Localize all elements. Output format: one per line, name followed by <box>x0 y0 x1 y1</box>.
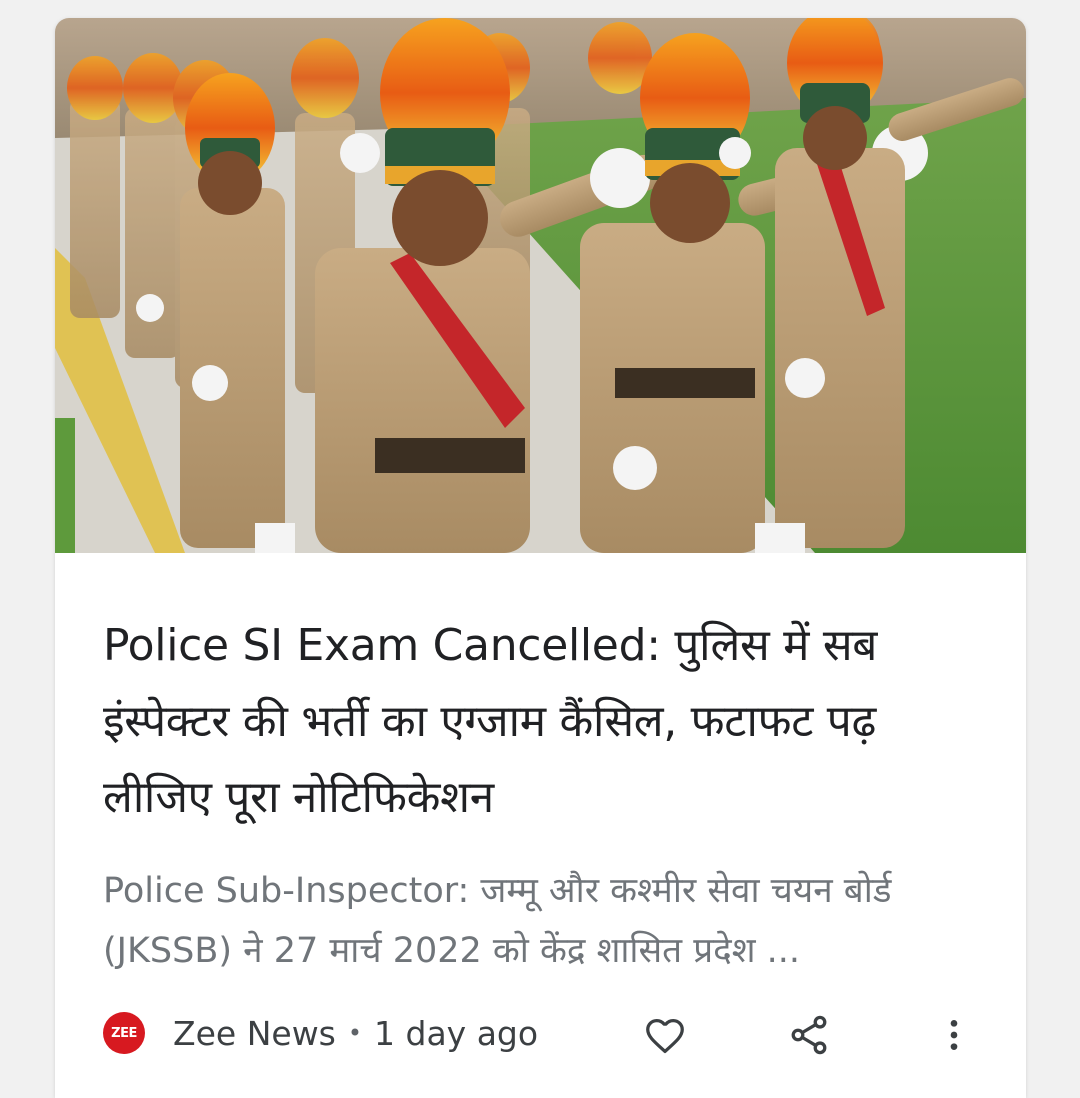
published-time: 1 day ago <box>374 1013 539 1053</box>
like-button[interactable] <box>639 1009 691 1061</box>
meta-separator: • <box>347 1019 363 1047</box>
article-headline[interactable]: Police SI Exam Cancelled: पुलिस में सब इ… <box>103 608 993 836</box>
source-name[interactable]: Zee News <box>173 1014 336 1053</box>
article-image[interactable] <box>55 18 1026 553</box>
share-button[interactable] <box>783 1009 835 1061</box>
more-vert-icon <box>950 1020 958 1050</box>
news-card[interactable]: Police SI Exam Cancelled: पुलिस में सब इ… <box>55 18 1026 1098</box>
more-options-button[interactable] <box>928 1009 980 1061</box>
article-meta: ZEE Zee News • 1 day ago <box>103 1003 983 1063</box>
share-icon <box>791 1015 827 1055</box>
heart-outline-icon <box>646 1018 684 1054</box>
article-snippet: Police Sub-Inspector: जम्मू और कश्मीर से… <box>103 871 892 971</box>
source-logo: ZEE <box>103 1012 145 1054</box>
